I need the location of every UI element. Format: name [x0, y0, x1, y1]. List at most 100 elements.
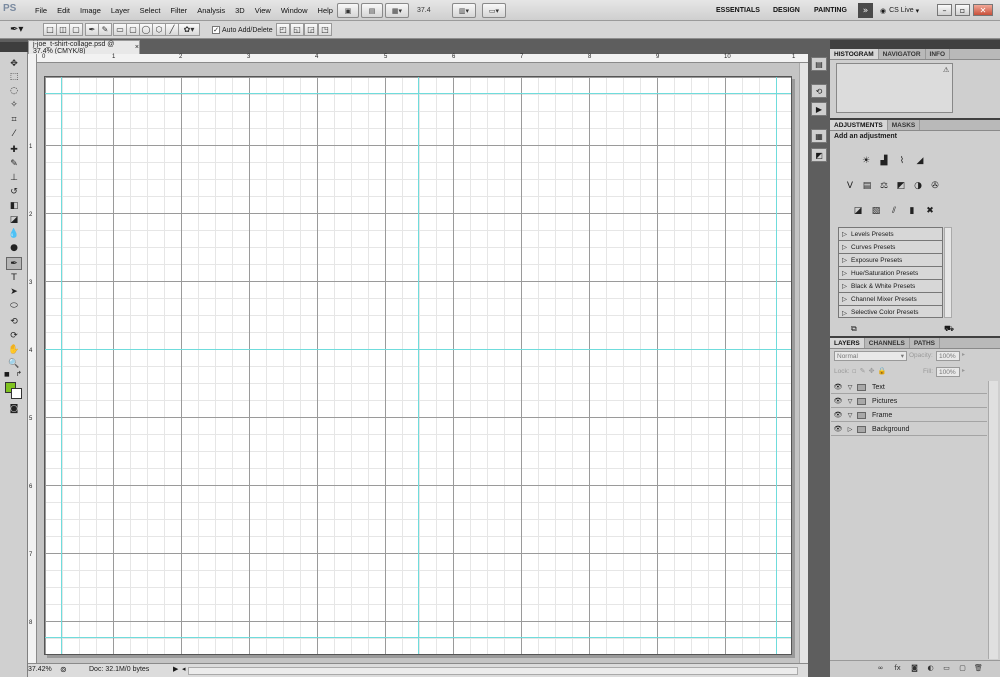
posterize-icon[interactable]: ▧ — [870, 205, 882, 217]
new-layer-icon[interactable]: ▢ — [958, 663, 967, 672]
exposure-icon[interactable]: ◢ — [914, 155, 926, 167]
auto-add-delete-option[interactable]: ✓ Auto Add/Delete — [212, 24, 273, 36]
fill-field[interactable]: 100% — [936, 367, 960, 377]
adjustments-menu-icon[interactable]: ⛟ — [944, 324, 954, 334]
styles-dock-icon[interactable]: ◩ — [811, 148, 827, 162]
workspace-design[interactable]: DESIGN — [773, 0, 800, 21]
rectangle-icon[interactable]: ▭ — [113, 23, 127, 36]
vertical-scrollbar[interactable] — [799, 63, 808, 663]
spot-healing-tool-icon[interactable]: ✚ — [6, 143, 22, 156]
clip-to-layer-icon[interactable]: ⧉ — [851, 324, 857, 334]
levels-icon[interactable]: ▟ — [878, 155, 890, 167]
pen-tool-icon[interactable]: ✒ — [6, 257, 22, 270]
menu-help[interactable]: Help — [313, 6, 338, 15]
swatches-dock-icon[interactable]: ▦ — [811, 129, 827, 143]
menu-image[interactable]: Image — [75, 6, 106, 15]
vertical-ruler[interactable]: 1 2 3 4 5 6 7 8 — [28, 54, 37, 663]
layer-row[interactable]: 👁 ▷ Background — [831, 423, 987, 436]
move-tool-icon[interactable]: ✥ — [6, 57, 22, 70]
horizontal-scrollbar[interactable] — [188, 667, 798, 675]
launch-bridge-button[interactable]: ▣ — [337, 3, 359, 18]
workspace-essentials[interactable]: ESSENTIALS — [716, 0, 760, 21]
blend-mode-select[interactable]: Normal ▾ — [834, 351, 907, 361]
tab-navigator[interactable]: NAVIGATOR — [879, 49, 926, 59]
freeform-pen-icon[interactable]: ✎ — [98, 23, 112, 36]
shape-tool-icon[interactable]: ⬭ — [6, 299, 22, 312]
tab-histogram[interactable]: HISTOGRAM — [830, 49, 879, 59]
menu-3d[interactable]: 3D — [230, 6, 250, 15]
rounded-rectangle-icon[interactable]: ▢ — [126, 23, 140, 36]
zoom-tool-icon[interactable]: 🔍 — [6, 357, 22, 370]
swap-colors-icon[interactable]: ↱ — [16, 370, 22, 378]
scroll-left-icon[interactable]: ◂ — [182, 665, 186, 673]
gradient-map-icon[interactable]: ▮ — [906, 205, 918, 217]
actions-dock-icon[interactable]: ▶ — [811, 102, 827, 116]
eraser-tool-icon[interactable]: ◧ — [6, 199, 22, 212]
menu-edit[interactable]: Edit — [52, 6, 75, 15]
histogram-dock-icon[interactable]: ▤ — [811, 57, 827, 71]
layer-row[interactable]: 👁 ▽ Pictures — [831, 395, 987, 408]
quick-selection-tool-icon[interactable]: ✧ — [6, 98, 22, 111]
eye-icon[interactable]: 👁 — [831, 397, 845, 405]
default-colors-icon[interactable]: ■ — [4, 371, 10, 378]
path-intersect-icon[interactable]: ◲ — [304, 23, 318, 36]
fill-pixels-icon[interactable]: ▢ — [69, 23, 83, 36]
quick-mask-icon[interactable]: ◙ — [6, 402, 22, 415]
hue-saturation-icon[interactable]: ▤ — [861, 180, 873, 192]
layers-scrollbar[interactable] — [988, 381, 998, 659]
threshold-icon[interactable]: ⫽ — [888, 205, 900, 217]
custom-shape-icon[interactable]: ✿▾ — [178, 23, 200, 36]
hand-tool-icon[interactable]: ✋ — [6, 343, 22, 356]
horizontal-ruler[interactable]: 0 1 2 3 4 5 6 7 8 9 10 1 — [28, 54, 808, 63]
auto-add-delete-checkbox[interactable]: ✓ — [212, 26, 220, 34]
launch-mini-bridge-button[interactable]: ▤ — [361, 3, 383, 18]
layer-row[interactable]: 👁 ▽ Text — [831, 381, 987, 394]
tab-channels[interactable]: CHANNELS — [865, 338, 910, 348]
new-group-icon[interactable]: ▭ — [942, 663, 951, 672]
tools-panel-header[interactable] — [0, 42, 28, 52]
brightness-contrast-icon[interactable]: ☀ — [860, 155, 872, 167]
preset-hue-saturation[interactable]: ▷ Hue/Saturation Presets — [839, 267, 942, 280]
pen-tool-preset-icon[interactable]: ✒▾ — [10, 24, 23, 35]
path-add-icon[interactable]: ◰ — [276, 23, 290, 36]
path-subtract-icon[interactable]: ◱ — [290, 23, 304, 36]
brush-tool-icon[interactable]: ✎ — [6, 157, 22, 170]
polygon-icon[interactable]: ⬡ — [152, 23, 166, 36]
tab-paths[interactable]: PATHS — [910, 338, 940, 348]
link-layers-icon[interactable]: ∞ — [876, 663, 885, 672]
clone-stamp-tool-icon[interactable]: ⊥ — [6, 171, 22, 184]
minimize-button[interactable]: – — [937, 4, 952, 16]
lasso-tool-icon[interactable]: ◌ — [6, 84, 22, 97]
vibrance-icon[interactable]: V — [844, 180, 856, 192]
history-dock-icon[interactable]: ⟲ — [811, 84, 827, 98]
close-button[interactable]: ✕ — [973, 4, 993, 16]
tab-info[interactable]: INFO — [926, 49, 951, 59]
history-brush-tool-icon[interactable]: ↺ — [6, 185, 22, 198]
zoom-level-field[interactable]: 37.4 — [414, 4, 444, 17]
path-selection-tool-icon[interactable]: ➤ — [6, 285, 22, 298]
paths-mode-icon[interactable]: ◫ — [56, 23, 70, 36]
opacity-arrow-icon[interactable]: ▸ — [962, 351, 965, 358]
color-balance-icon[interactable]: ⚖ — [878, 180, 890, 192]
cs-live-button[interactable]: ◉ CS Live ▾ — [880, 0, 919, 21]
eye-icon[interactable]: 👁 — [831, 411, 845, 419]
more-workspaces-button[interactable]: » — [858, 3, 873, 18]
view-extras-button[interactable]: ▦▾ — [385, 3, 409, 18]
gradient-tool-icon[interactable]: ◪ — [6, 213, 22, 226]
document-tab[interactable]: j-joe_t-shirt-collage.psd @ 37.4% (CMYK/… — [28, 40, 140, 55]
type-tool-icon[interactable]: T — [6, 271, 22, 284]
dodge-tool-icon[interactable]: ● — [6, 241, 22, 254]
close-tab-icon[interactable]: × — [135, 44, 139, 51]
expand-down-icon[interactable]: ▽ — [845, 398, 855, 405]
marquee-tool-icon[interactable]: ⬚ — [6, 70, 22, 83]
3d-rotate-tool-icon[interactable]: ⟲ — [6, 315, 22, 328]
preset-curves[interactable]: ▷ Curves Presets — [839, 241, 942, 254]
photo-filter-icon[interactable]: ◑ — [912, 180, 924, 192]
menu-filter[interactable]: Filter — [166, 6, 193, 15]
maximize-button[interactable]: ▫ — [955, 4, 970, 16]
presets-scrollbar[interactable] — [944, 227, 952, 318]
preset-selective-color[interactable]: ▷ Selective Color Presets — [839, 306, 942, 319]
eye-icon[interactable]: 👁 — [831, 425, 845, 433]
preset-exposure[interactable]: ▷ Exposure Presets — [839, 254, 942, 267]
background-color-swatch[interactable] — [11, 388, 22, 399]
